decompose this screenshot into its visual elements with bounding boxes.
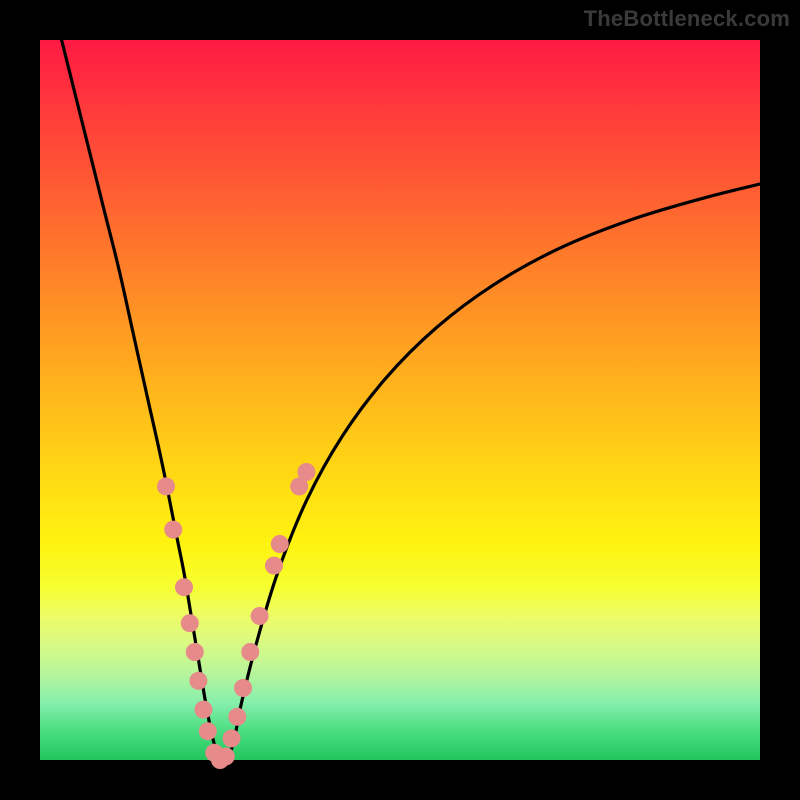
curve-marker xyxy=(223,729,241,747)
curve-marker xyxy=(157,477,175,495)
curve-markers xyxy=(157,463,315,769)
curve-svg xyxy=(40,40,760,760)
curve-marker xyxy=(251,607,269,625)
curve-marker xyxy=(181,614,199,632)
curve-marker xyxy=(189,672,207,690)
curve-marker xyxy=(217,747,235,765)
curve-marker xyxy=(265,557,283,575)
curve-marker xyxy=(234,679,252,697)
curve-marker xyxy=(164,521,182,539)
curve-marker xyxy=(199,722,217,740)
curve-marker xyxy=(194,701,212,719)
curve-marker xyxy=(271,535,289,553)
curve-marker xyxy=(297,463,315,481)
curve-marker xyxy=(175,578,193,596)
chart-frame: TheBottleneck.com xyxy=(0,0,800,800)
watermark-text: TheBottleneck.com xyxy=(584,6,790,32)
curve-marker xyxy=(186,643,204,661)
plot-area xyxy=(40,40,760,760)
curve-marker xyxy=(241,643,259,661)
curve-marker xyxy=(228,708,246,726)
bottleneck-curve xyxy=(62,40,760,763)
